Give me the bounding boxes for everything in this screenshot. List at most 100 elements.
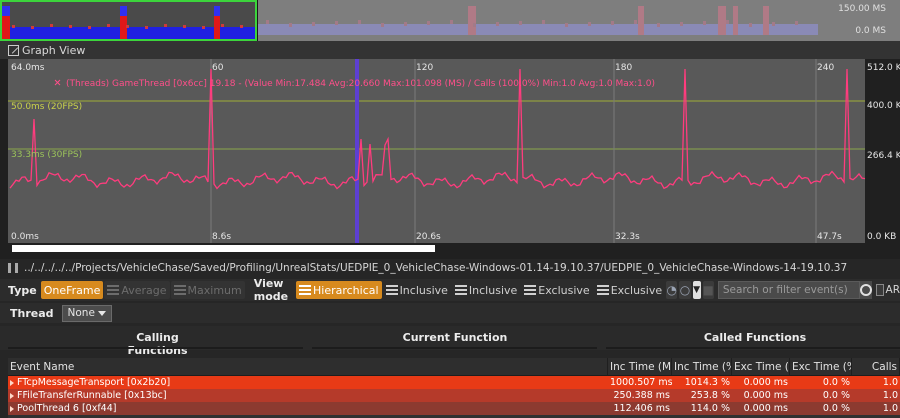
hierarchical-icon [299, 285, 311, 295]
event-search-input[interactable] [717, 281, 860, 299]
y-axis-bottom-label: 0.0ms [11, 232, 39, 242]
expand-arrow-icon[interactable] [10, 379, 14, 386]
type-label: Type [8, 283, 37, 297]
cell-inc-pct: 1014.3 % [672, 376, 732, 389]
cell-text: 0.0 % [822, 390, 850, 401]
view-hierarchical-button[interactable]: Hierarchical [296, 281, 382, 299]
cell-calls: 1.0 [852, 376, 900, 389]
view-inclusive-flat-button[interactable]: Inclusive [383, 281, 451, 299]
ar-label: AR [885, 284, 900, 296]
view-mode-label: View mode [253, 277, 289, 303]
cell-text: 0.000 ms [743, 390, 788, 401]
cell-text: 112.406 ms [613, 403, 670, 414]
search-icon[interactable] [859, 281, 872, 299]
cell-text: 0.000 ms [743, 377, 788, 388]
exclusive-label-1: Exclusive [538, 283, 590, 297]
chevron-down-icon [97, 310, 106, 316]
graph-canvas[interactable]: 64.0ms 0.0ms 50.0ms (20FPS) 33.3ms (30FP… [0, 59, 900, 259]
mini-top-label: 150.00 MS [838, 4, 886, 14]
graph-scrollbar [12, 245, 435, 252]
type-oneframe-button[interactable]: OneFrame [40, 281, 104, 299]
time-marker-label: 47.7s [817, 232, 842, 242]
cell-text: PoolThread 6 [0xf44] [17, 403, 117, 414]
mini-bottom-label: 0.0 MS [855, 26, 886, 36]
inclusive-label-2: Inclusive [468, 283, 518, 297]
cell-text: FFileTransferRunnable [0x13bc] [17, 390, 167, 401]
y-axis-top-label: 64.0ms [11, 63, 45, 73]
cell-name: FFileTransferRunnable [0x13bc] [8, 389, 608, 402]
view-exclusive-flat-button[interactable]: Exclusive [521, 281, 592, 299]
time-marker-label: 32.3s [615, 232, 640, 242]
graph-view-icon [8, 44, 19, 56]
graph-panel[interactable]: 64.0ms 0.0ms 50.0ms (20FPS) 33.3ms (30FP… [0, 59, 900, 259]
aggregate-checkbox[interactable] [875, 284, 884, 296]
file-bars-icon [8, 263, 18, 273]
thread-row: Thread None [0, 303, 900, 323]
type-maximum-button[interactable]: Maximum [170, 281, 245, 299]
filter-dropdown-icon[interactable]: ▼ [692, 281, 701, 299]
mini-overview-history[interactable] [258, 0, 900, 41]
y-axis-right-label: 400.0 KB [867, 101, 900, 111]
section-divider [606, 347, 900, 349]
cell-text: 1.0 [882, 390, 898, 401]
cell-text: 0.000 ms [743, 403, 788, 414]
events-table[interactable]: Event Name Inc Time (MS) Inc Time (%) Ex… [8, 357, 900, 418]
table-row[interactable]: FTcpMessageTransport [0x2b20] 1000.507 ms… [8, 376, 900, 389]
cell-text: 1014.3 % [684, 377, 730, 388]
table-row[interactable]: FFileTransferRunnable [0x13bc] 250.388 ms… [8, 389, 900, 402]
y-axis-right-label: 0.0 KB [867, 232, 896, 242]
y-axis-right-label: 512.0 KB [867, 63, 900, 73]
cell-text: 1.0 [882, 403, 898, 414]
cell-text: 114.0 % [690, 403, 730, 414]
section-divider [8, 347, 303, 349]
inclusive-icon [385, 285, 398, 295]
view-inclusive-sorted-button[interactable]: Inclusive [452, 281, 520, 299]
cell-text: 0.0 % [822, 377, 850, 388]
time-marker-label: 20.6s [416, 232, 441, 242]
thread-select[interactable]: None [61, 304, 112, 322]
expand-arrow-icon[interactable] [10, 405, 14, 412]
expand-arrow-icon[interactable] [10, 392, 14, 399]
cell-name: PoolThread 6 [0xf44] [8, 402, 608, 415]
type-average-button[interactable]: Average [104, 281, 170, 299]
cell-exc-pct: 0.0 % [790, 389, 852, 402]
inclusive-sorted-icon [454, 285, 467, 295]
average-label: Average [121, 283, 167, 297]
cell-inc-pct: 253.8 % [672, 389, 732, 402]
cell-inc-ms: 250.388 ms [608, 389, 672, 402]
view-exclusive-sorted-button[interactable]: Exclusive [594, 281, 665, 299]
frame-marker-label: 180 [615, 63, 632, 73]
called-functions-header: Called Functions [703, 331, 807, 344]
inclusive-label-1: Inclusive [399, 283, 448, 297]
mini-overview-selection[interactable] [0, 0, 257, 41]
col-exc-time-ms[interactable]: Exc Time (MS) [732, 357, 790, 376]
cell-inc-pct: 114.0 % [672, 402, 732, 415]
hierarchical-label: Hierarchical [313, 283, 379, 297]
frame-marker-label: 60 [212, 63, 224, 73]
col-inc-time-ms[interactable]: Inc Time (MS) [608, 357, 672, 376]
col-exc-time-pct[interactable]: Exc Time (%) [790, 357, 852, 376]
time-marker-label: 8.6s [212, 232, 231, 242]
cell-exc-ms: 0.000 ms [732, 389, 790, 402]
cell-text: 250.388 ms [613, 390, 670, 401]
average-icon [107, 285, 120, 295]
cell-calls: 1.0 [852, 402, 900, 415]
table-row[interactable]: PoolThread 6 [0xf44] 112.406 ms 114.0 % 0.0… [8, 402, 900, 415]
thread-select-value: None [67, 307, 95, 319]
culling-icon[interactable]: ◔ [666, 281, 678, 299]
exclusive-icon [524, 285, 537, 295]
exclusive-label-2: Exclusive [610, 283, 663, 297]
col-event-name[interactable]: Event Name [8, 357, 608, 376]
cell-text: 1000.507 ms [610, 377, 672, 388]
col-calls[interactable]: Calls [852, 357, 900, 376]
history-icon[interactable]: ■ [702, 281, 714, 299]
filter-icon[interactable]: ○ [679, 281, 691, 299]
mini-overview[interactable]: 150.00 MS 0.0 MS [0, 0, 900, 41]
cell-text: 1.0 [882, 377, 898, 388]
calling-functions-header: Calling Functions [127, 331, 188, 357]
graph-view-header: Graph View [0, 41, 900, 59]
col-inc-time-pct[interactable]: Inc Time (%) [672, 357, 732, 376]
fps30-label: 33.3ms (30FPS) [11, 150, 82, 160]
current-function-header: Current Function [402, 331, 508, 344]
series-info: (Threads) GameThread [0x6cc] 19.18 - (Va… [66, 79, 655, 89]
